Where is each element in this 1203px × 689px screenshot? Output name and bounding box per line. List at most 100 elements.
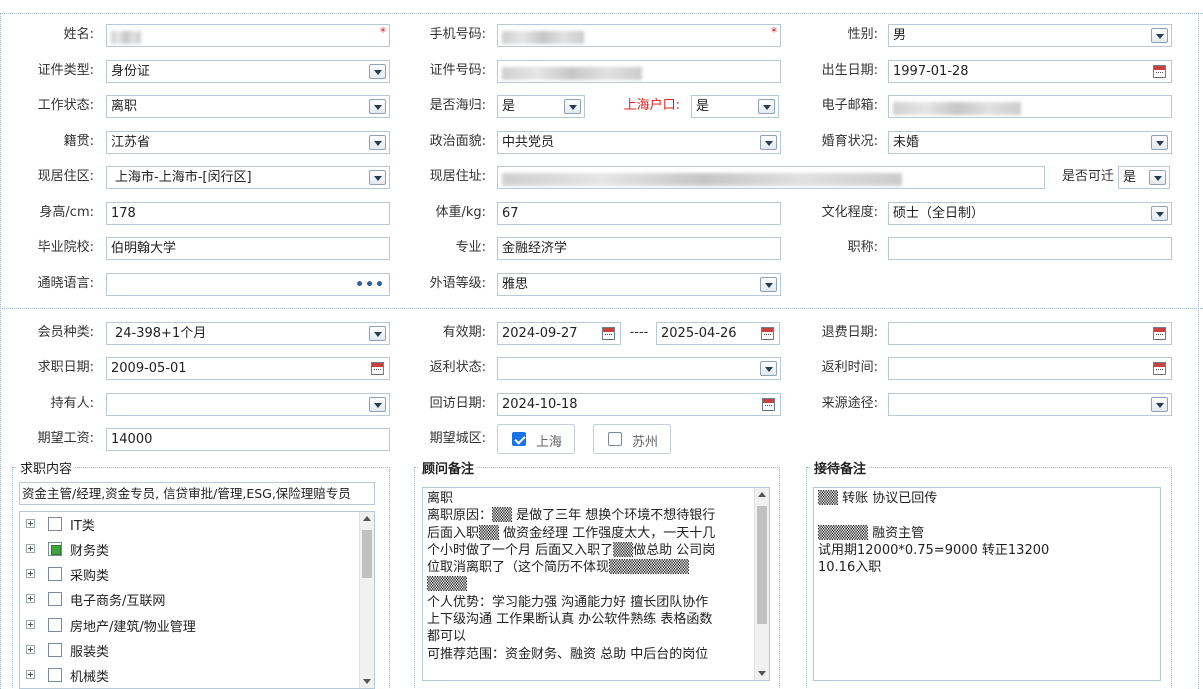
calendar-icon[interactable] (1153, 362, 1166, 375)
email-input[interactable] (888, 95, 1172, 118)
chevron-down-icon[interactable] (1151, 28, 1168, 43)
marital-select[interactable]: 未婚 (888, 131, 1172, 154)
title-input[interactable] (888, 237, 1172, 260)
political-select[interactable]: 中共党员 (497, 131, 781, 154)
idtype-select[interactable]: 身份证 (106, 60, 390, 83)
expand-icon[interactable] (26, 569, 35, 578)
scroll-down-icon[interactable] (758, 671, 766, 676)
chevron-down-icon[interactable] (1151, 397, 1168, 412)
tree-item-finance[interactable]: 财务类 (20, 537, 360, 562)
calendar-icon[interactable] (762, 398, 775, 411)
foreign-level-select[interactable]: 雅思 (497, 273, 781, 296)
chevron-down-icon[interactable] (369, 99, 386, 114)
tree-checkbox[interactable] (48, 592, 62, 606)
tree-item-ecommerce[interactable]: 电子商务/互联网 (20, 587, 360, 612)
rebate-status-select[interactable] (497, 357, 781, 380)
refund-date-input[interactable] (888, 322, 1172, 345)
revisit-date-input[interactable]: 2024-10-18 (497, 393, 781, 416)
tree-item-apparel[interactable]: 服装类 (20, 638, 360, 663)
scroll-thumb[interactable] (362, 530, 372, 578)
tree-checkbox[interactable] (48, 668, 62, 682)
calendar-icon[interactable] (1153, 65, 1166, 78)
expand-icon[interactable] (26, 544, 35, 553)
holder-select[interactable] (106, 393, 390, 416)
tree-item-it[interactable]: IT类 (20, 512, 360, 537)
education-select[interactable]: 硕士（全日制） (888, 202, 1172, 225)
expand-icon[interactable] (26, 519, 35, 528)
weight-input[interactable]: 67 (497, 202, 781, 225)
scroll-down-icon[interactable] (363, 679, 371, 684)
rebate-time-input[interactable] (888, 357, 1172, 380)
tree-item-realestate[interactable]: 房地产/建筑/物业管理 (20, 613, 360, 638)
tree-checkbox[interactable] (48, 567, 62, 581)
calendar-icon[interactable] (602, 327, 615, 340)
tree-checkbox[interactable] (48, 643, 62, 657)
chevron-down-icon[interactable] (760, 277, 777, 292)
chevron-down-icon[interactable] (369, 397, 386, 412)
language-input[interactable]: ••• (106, 273, 390, 296)
source-select[interactable] (888, 393, 1172, 416)
note-line: 个小时做了一个月 后面又入职了▒▒做总助 公司岗 (427, 542, 716, 558)
tree-checkbox[interactable] (48, 618, 62, 632)
city-option-suzhou[interactable]: 苏州 (593, 424, 671, 454)
scroll-up-icon[interactable] (363, 516, 371, 521)
major-input[interactable]: 金融经济学 (497, 237, 781, 260)
calendar-icon[interactable] (1153, 327, 1166, 340)
calendar-icon[interactable] (371, 362, 384, 375)
job-content-summary[interactable]: 资金主管/经理,资金专员, 信贷审批/管理,ESG,保险理赔专员 (19, 482, 375, 505)
scroll-up-icon[interactable] (758, 492, 766, 497)
scroll-thumb[interactable] (757, 506, 767, 624)
checkbox[interactable] (608, 432, 622, 446)
idno-input[interactable] (497, 60, 781, 83)
valid-to-input[interactable]: 2025-04-26 (656, 322, 780, 345)
valid-from-input[interactable]: 2024-09-27 (497, 322, 621, 345)
workstatus-select[interactable]: 离职 (106, 95, 390, 118)
reception-note-textarea[interactable]: ▒▒ 转账 协议已回传 ▒▒▒▒▒ 融资主管 试用期12000*0.75=900… (813, 487, 1161, 681)
chevron-down-icon[interactable] (369, 64, 386, 79)
school-input[interactable]: 伯明翰大学 (106, 237, 390, 260)
chevron-down-icon[interactable] (564, 99, 581, 114)
expand-icon[interactable] (26, 670, 35, 679)
tree-checkbox[interactable] (48, 517, 62, 531)
phone-input[interactable]: * (497, 24, 781, 47)
tree-item-purchase[interactable]: 采购类 (20, 562, 360, 587)
hukou-select[interactable]: 是 (691, 95, 779, 118)
language-label: 通晓语言: (37, 276, 94, 291)
name-input[interactable]: * (106, 24, 390, 47)
calendar-icon[interactable] (761, 327, 774, 340)
tree-item-machinery[interactable]: 机械类 (20, 663, 360, 688)
consultant-note-textarea[interactable]: 离职 离职原因：▒▒ 是做了三年 想换个环境不想待银行 后面入职▒▒ 做资金经理… (422, 487, 770, 681)
tree-checkbox[interactable] (48, 542, 62, 556)
checkbox[interactable] (512, 432, 526, 446)
chevron-down-icon[interactable] (758, 99, 775, 114)
expand-icon[interactable] (26, 594, 35, 603)
chevron-down-icon[interactable] (760, 361, 777, 376)
tree-scrollbar[interactable] (359, 512, 374, 688)
expand-icon[interactable] (26, 620, 35, 629)
address-input[interactable] (497, 166, 1045, 189)
more-options-icon[interactable]: ••• (355, 275, 385, 295)
job-category-tree[interactable]: IT类 财务类 采购类 电子商务/互联网 房地产/建筑/物业管理 服装类 机械类 (19, 511, 375, 689)
relocate-select[interactable]: 是 (1118, 166, 1170, 189)
chevron-down-icon[interactable] (1151, 206, 1168, 221)
chevron-down-icon[interactable] (369, 135, 386, 150)
job-content-legend: 求职内容 (20, 462, 73, 477)
salary-input[interactable]: 14000 (106, 428, 390, 451)
expand-icon[interactable] (26, 645, 35, 654)
chevron-down-icon[interactable] (1151, 135, 1168, 150)
member-type-select[interactable]: 24-398+1个月 (106, 322, 390, 345)
chevron-down-icon[interactable] (369, 326, 386, 341)
redacted-name (111, 31, 141, 44)
gender-select[interactable]: 男 (888, 24, 1172, 47)
chevron-down-icon[interactable] (760, 135, 777, 150)
returnee-select[interactable]: 是 (497, 95, 585, 118)
chevron-down-icon[interactable] (1149, 170, 1166, 185)
city-option-shanghai[interactable]: 上海 (497, 424, 575, 454)
birth-date-input[interactable]: 1997-01-28 (888, 60, 1172, 83)
job-date-input[interactable]: 2009-05-01 (106, 357, 390, 380)
height-input[interactable]: 178 (106, 202, 390, 225)
note-scrollbar[interactable] (754, 488, 769, 680)
chevron-down-icon[interactable] (369, 170, 386, 185)
residence-area-select[interactable]: 上海市-上海市-[闵行区] (106, 166, 390, 189)
native-select[interactable]: 江苏省 (106, 131, 390, 154)
